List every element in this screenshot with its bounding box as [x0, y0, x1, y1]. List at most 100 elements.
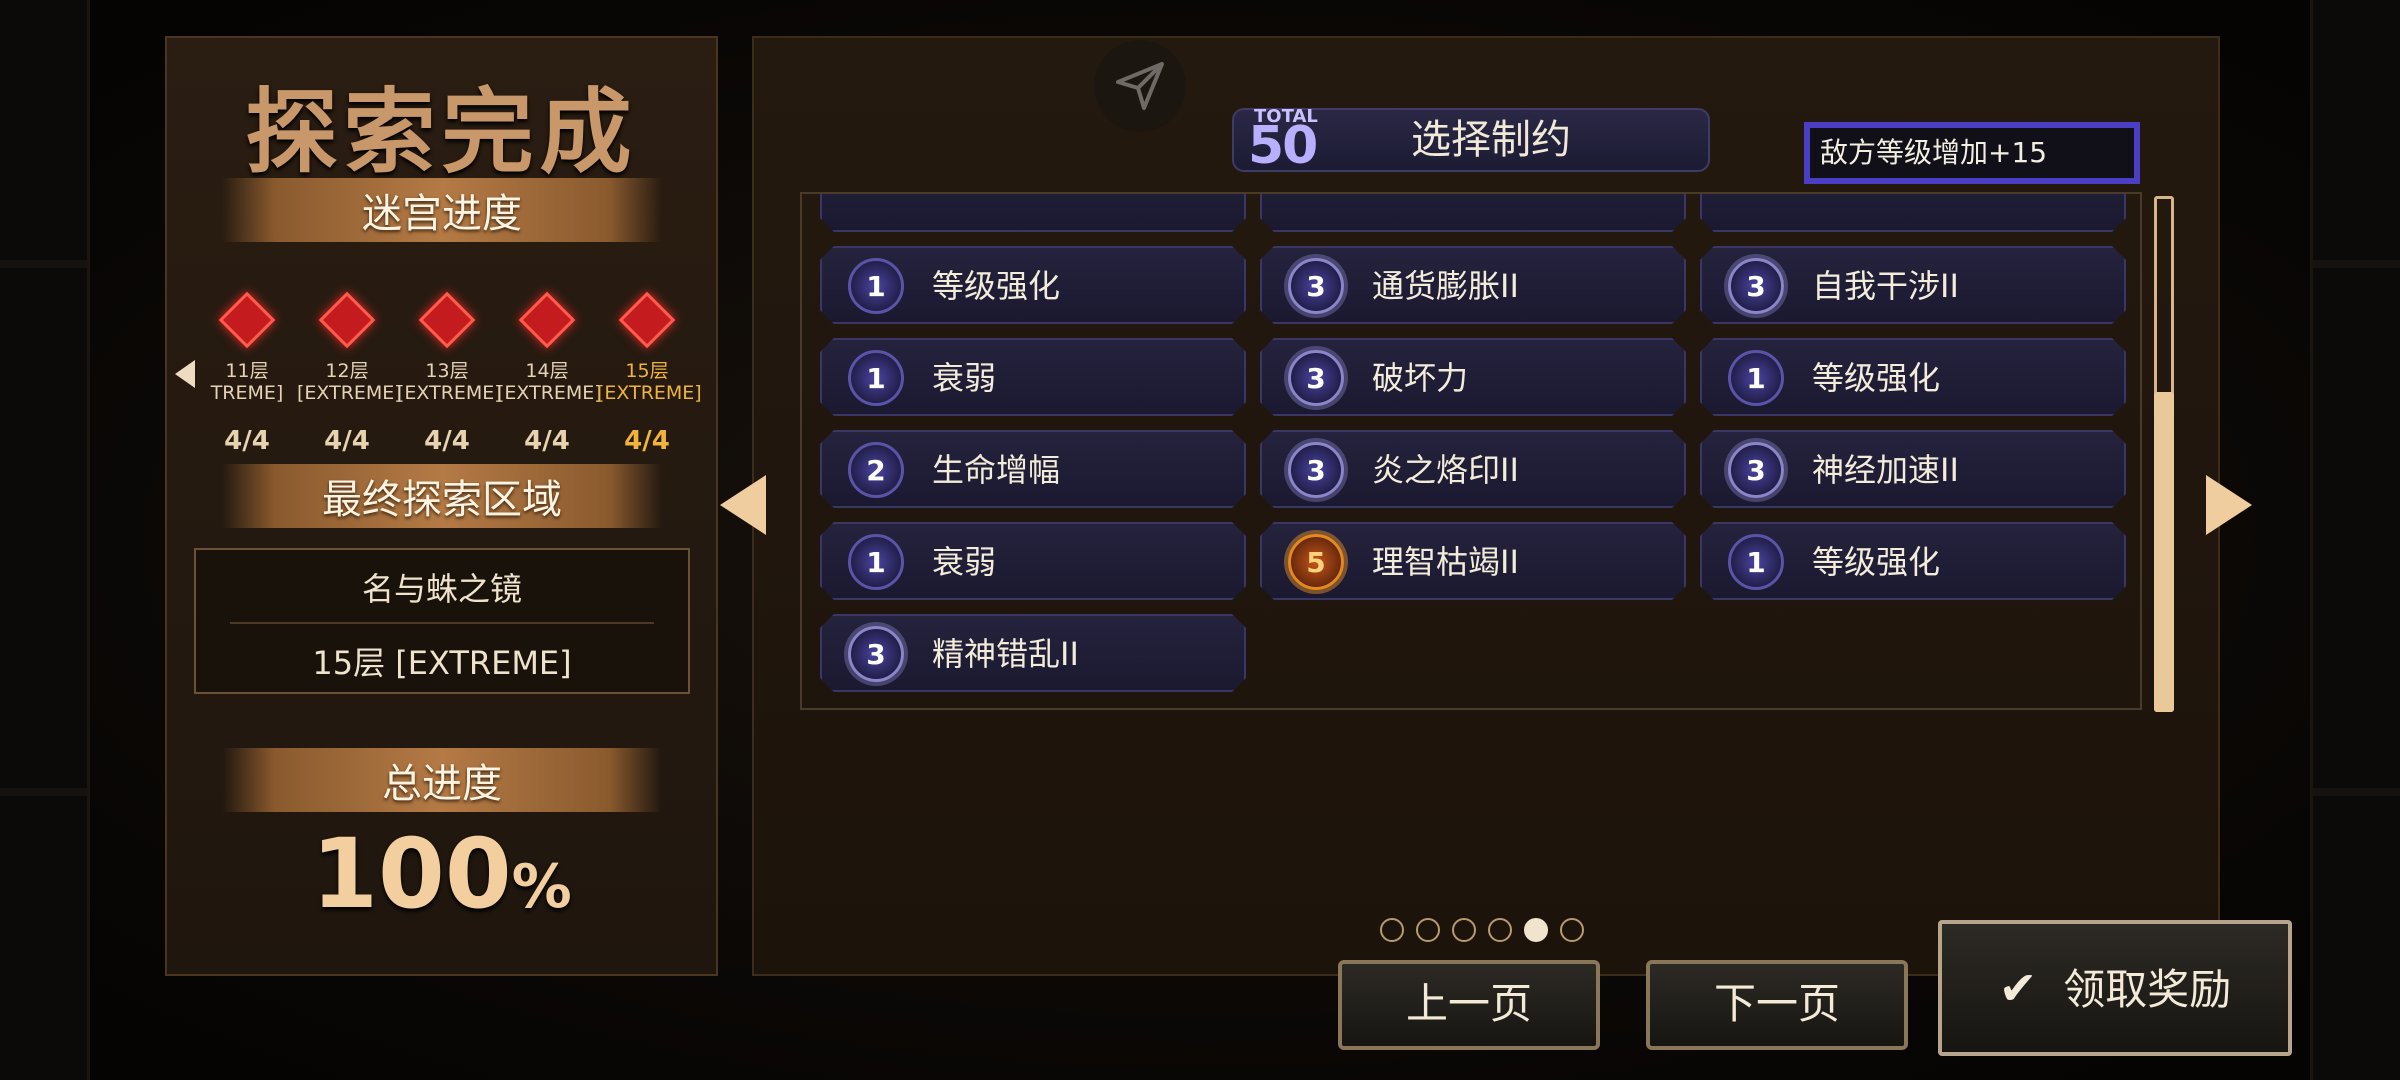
floor-difficulty: [EXTREME] [597, 382, 702, 404]
floor-item[interactable]: 15层 [EXTREME] 4/4 [597, 260, 702, 456]
total-progress-value: 100 [311, 818, 512, 930]
check-icon: ✔ [1998, 961, 2038, 1015]
constraint-level-badge: 2 [848, 442, 904, 498]
constraint-level-badge: 1 [848, 350, 904, 406]
share-arrow-icon [1116, 62, 1164, 110]
constraint-card[interactable]: 3 破坏力 [1260, 338, 1686, 416]
enemy-level-note: 敌方等级增加+15 [1804, 122, 2140, 184]
prev-page-button[interactable]: 上一页 [1338, 960, 1600, 1050]
constraint-name: 自我干涉II [1812, 267, 1959, 305]
constraint-card[interactable]: 1 等级强化 [820, 246, 1246, 324]
select-constraint-title: 选择制约 [1411, 117, 1571, 163]
total-progress-header: 总进度 [222, 748, 662, 812]
constraint-level-badge: 1 [1728, 534, 1784, 590]
final-area-floor: 15层 [EXTREME] [312, 644, 572, 682]
floor-count: 4/4 [224, 426, 270, 456]
floor-prev-arrow-icon[interactable] [175, 360, 195, 388]
constraint-card[interactable]: 2 生命增幅 [820, 430, 1246, 508]
floor-item[interactable]: 14层 [EXTREME] 4/4 [497, 260, 602, 456]
next-page-button[interactable]: 下一页 [1646, 960, 1908, 1050]
floor-diamond-icon [518, 291, 576, 349]
select-constraint-header: TOTAL 50 选择制约 [1232, 106, 1710, 172]
constraint-name: 等级强化 [1812, 543, 1941, 581]
constraint-level-badge: 3 [1288, 442, 1344, 498]
left-frame-border [0, 0, 90, 1080]
constraint-card[interactable]: 3 炎之烙印II [1260, 430, 1686, 508]
right-frame-border [2310, 0, 2400, 1080]
claim-reward-label: 领取奖励 [2063, 965, 2232, 1014]
constraint-level-badge: 3 [1728, 258, 1784, 314]
floor-list: 11层 TREME] 4/4 12层 [EXTREME] 4/4 13层 [EXTREME] 4… [197, 260, 702, 480]
floor-diamond-icon [618, 291, 676, 349]
constraint-card[interactable]: 5 理智枯竭II [1260, 522, 1686, 600]
page-dot[interactable] [1416, 918, 1440, 942]
floor-name: 11层 [225, 360, 269, 382]
constraint-name: 等级强化 [1812, 359, 1941, 397]
floor-diamond-icon [418, 291, 476, 349]
constraint-card[interactable]: 3 精神错乱II [820, 614, 1246, 692]
constraint-name: 神经加速II [1812, 451, 1959, 489]
constraint-card[interactable]: 1 衰弱 [820, 338, 1246, 416]
page-title: 探索完成 [245, 79, 638, 186]
constraint-name: 衰弱 [932, 543, 997, 581]
exploration-summary-panel: 探索完成 迷宫进度 11层 TREME] 4/4 12层 [EXTREME] 4/4 13层… [165, 36, 718, 976]
constraint-name: 理智枯竭II [1372, 543, 1519, 581]
claim-reward-button[interactable]: ✔ 领取奖励 [1938, 920, 2292, 1056]
game-screen: 探索完成 迷宫进度 11层 TREME] 4/4 12层 [EXTREME] 4/4 13层… [0, 0, 2400, 1080]
page-dot[interactable] [1452, 918, 1476, 942]
floor-item[interactable]: 13层 [EXTREME] 4/4 [397, 260, 502, 456]
constraint-name: 生命增幅 [932, 451, 1061, 489]
floor-name: 15层 [625, 360, 669, 382]
page-dot[interactable] [1524, 918, 1548, 942]
total-progress-unit: % [511, 852, 572, 922]
constraint-card[interactable]: 1 等级强化 [1700, 338, 2126, 416]
constraint-card-partial[interactable] [1260, 192, 1686, 232]
scroll-left-arrow-icon[interactable] [720, 475, 766, 535]
constraint-name: 炎之烙印II [1372, 451, 1519, 489]
constraint-name: 衰弱 [932, 359, 997, 397]
floor-name: 14层 [525, 360, 569, 382]
constraint-name: 等级强化 [932, 267, 1061, 305]
constraint-list: 1 等级强化 3 通货膨胀II 3 自我干涉II 1 衰弱 3 破坏力 1 等级强化 2 生命增幅 3 炎之烙… [800, 192, 2142, 710]
floor-item[interactable]: 11层 TREME] 4/4 [197, 260, 297, 456]
constraint-level-badge: 3 [1288, 258, 1344, 314]
scroll-right-arrow-icon[interactable] [2206, 475, 2252, 535]
constraint-card-partial[interactable] [1700, 192, 2126, 232]
final-area-box: 名与蛛之镜 15层 [EXTREME] [194, 548, 690, 694]
constraint-name: 精神错乱II [932, 635, 1079, 673]
constraint-level-badge: 1 [848, 258, 904, 314]
constraint-level-badge: 5 [1288, 534, 1344, 590]
final-area-header: 最终探索区域 [222, 464, 662, 528]
constraint-level-badge: 3 [1728, 442, 1784, 498]
floor-diamond-icon [318, 291, 376, 349]
constraint-card-partial[interactable] [820, 192, 1246, 232]
floor-count: 4/4 [424, 426, 470, 456]
total-progress-label: 总进度 [382, 761, 502, 807]
page-dot[interactable] [1560, 918, 1584, 942]
page-dot[interactable] [1488, 918, 1512, 942]
constraint-card[interactable]: 1 等级强化 [1700, 522, 2126, 600]
floor-item[interactable]: 12层 [EXTREME] 4/4 [297, 260, 402, 456]
floor-name: 13层 [425, 360, 469, 382]
floor-diamond-icon [218, 291, 276, 349]
final-area-label: 最终探索区域 [322, 477, 562, 523]
total-progress: 100% [167, 818, 716, 930]
page-dot[interactable] [1380, 918, 1404, 942]
floor-count: 4/4 [624, 426, 670, 456]
floor-count: 4/4 [324, 426, 370, 456]
scrollbar-thumb[interactable] [2154, 392, 2174, 712]
constraint-name: 破坏力 [1372, 359, 1469, 397]
share-button[interactable] [1094, 40, 1186, 132]
final-area-name: 名与蛛之镜 [361, 570, 522, 608]
floor-name: 12层 [325, 360, 369, 382]
constraint-name: 通货膨胀II [1372, 267, 1519, 305]
constraint-card[interactable]: 3 自我干涉II [1700, 246, 2126, 324]
area-divider [230, 622, 654, 624]
constraint-card[interactable]: 3 通货膨胀II [1260, 246, 1686, 324]
constraint-card[interactable]: 1 衰弱 [820, 522, 1246, 600]
constraint-card[interactable]: 3 神经加速II [1700, 430, 2126, 508]
maze-progress-header: 迷宫进度 [222, 178, 662, 242]
constraint-level-badge: 3 [1288, 350, 1344, 406]
floor-difficulty: [EXTREME] [297, 382, 402, 404]
floor-count: 4/4 [524, 426, 570, 456]
